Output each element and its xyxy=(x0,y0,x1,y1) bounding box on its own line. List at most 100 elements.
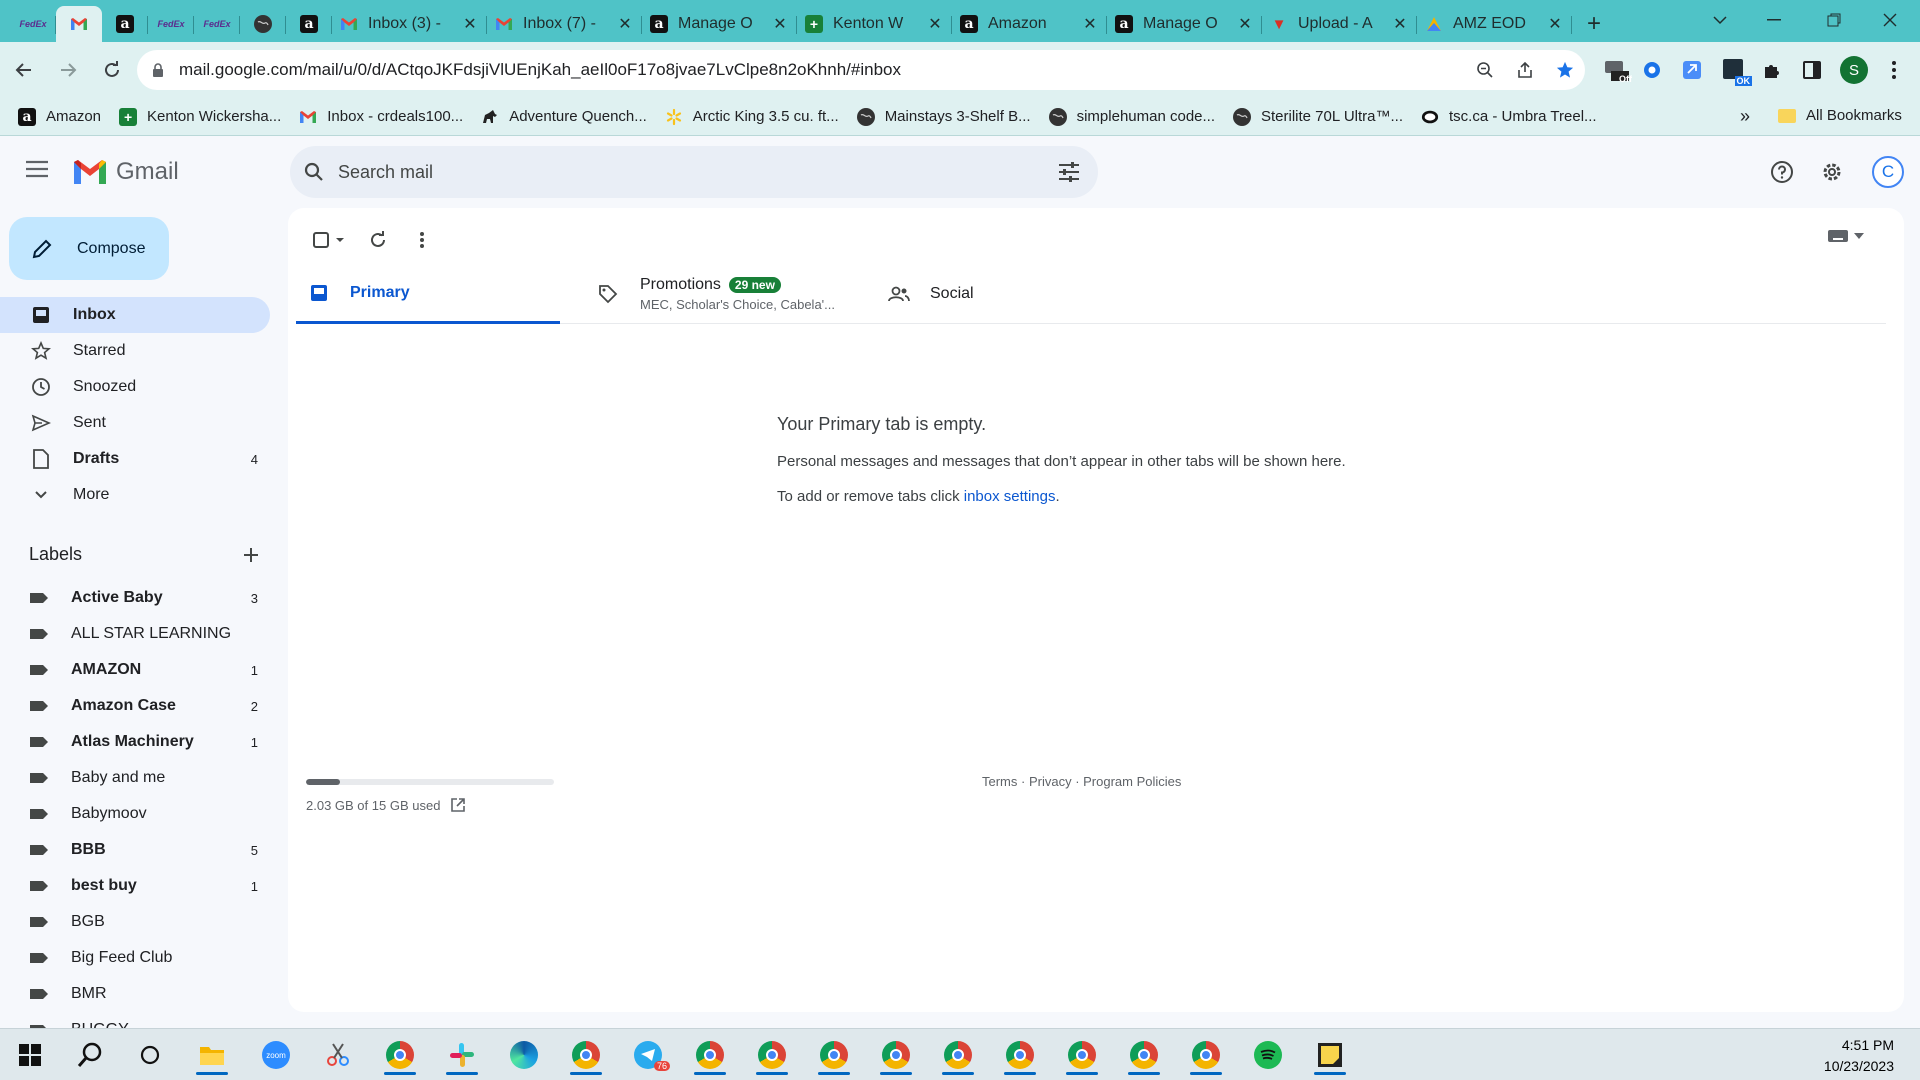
start-button[interactable] xyxy=(6,1035,54,1075)
compose-button[interactable]: Compose xyxy=(9,217,169,280)
bookmarks-overflow-button[interactable]: » xyxy=(1740,106,1750,127)
browser-tab[interactable]: a xyxy=(102,6,148,42)
back-button[interactable] xyxy=(4,50,44,90)
label-item[interactable]: Active Baby 3 xyxy=(0,580,270,616)
all-bookmarks-button[interactable]: All Bookmarks xyxy=(1778,107,1902,124)
chrome-profile-button[interactable] xyxy=(1058,1035,1106,1075)
bookmark-item[interactable]: Inbox - crdeals100... xyxy=(299,108,463,126)
chrome-profile-button[interactable] xyxy=(996,1035,1044,1075)
address-bar[interactable]: mail.google.com/mail/u/0/d/ACtqoJKFdsjiV… xyxy=(137,50,1585,90)
help-icon[interactable] xyxy=(1768,158,1796,186)
create-label-button[interactable] xyxy=(243,547,259,563)
bookmark-item[interactable]: Arctic King 3.5 cu. ft... xyxy=(665,108,839,126)
main-menu-button[interactable] xyxy=(26,160,54,184)
inbox-settings-link[interactable]: inbox settings xyxy=(964,488,1056,505)
sidebar-item-more[interactable]: More xyxy=(0,477,270,513)
sidebar-item-snoozed[interactable]: Snoozed xyxy=(0,369,270,405)
privacy-link[interactable]: Privacy xyxy=(1029,774,1072,789)
chrome-profile-button[interactable] xyxy=(872,1035,920,1075)
more-actions-button[interactable] xyxy=(400,222,444,258)
refresh-button[interactable] xyxy=(356,222,400,258)
extension-ok-icon[interactable]: OK xyxy=(1720,56,1752,86)
browser-tab[interactable] xyxy=(240,6,286,42)
terms-link[interactable]: Terms xyxy=(982,774,1017,789)
share-icon[interactable] xyxy=(1505,61,1545,79)
edge-button[interactable] xyxy=(500,1035,548,1075)
close-tab-icon[interactable]: ✕ xyxy=(1081,14,1099,34)
browser-profile-avatar[interactable]: S xyxy=(1840,56,1868,84)
browser-tab[interactable]: + Kenton W ✕ xyxy=(797,6,952,42)
browser-tab[interactable]: Inbox (7) - ✕ xyxy=(487,6,642,42)
close-tab-icon[interactable]: ✕ xyxy=(461,14,479,34)
chrome-profile-button[interactable] xyxy=(934,1035,982,1075)
browser-tab[interactable]: AMZ EOD ✕ xyxy=(1417,6,1572,42)
tab-social[interactable]: Social xyxy=(874,264,1074,324)
search-input[interactable] xyxy=(338,161,1058,183)
chrome-profile-button[interactable] xyxy=(1182,1035,1230,1075)
browser-tab[interactable]: FedEx xyxy=(10,6,56,42)
slack-button[interactable] xyxy=(438,1035,486,1075)
label-item[interactable]: best buy 1 xyxy=(0,868,270,904)
extension-link-icon[interactable] xyxy=(1678,56,1706,84)
bookmark-item[interactable]: Mainstays 3-Shelf B... xyxy=(856,107,1031,126)
chrome-profile-button[interactable] xyxy=(562,1035,610,1075)
bookmark-star-icon[interactable] xyxy=(1545,61,1585,79)
chrome-profile-button[interactable] xyxy=(810,1035,858,1075)
bookmark-item[interactable]: Adventure Quench... xyxy=(481,108,647,126)
browser-tab[interactable]: ▼ Upload - A ✕ xyxy=(1262,6,1417,42)
chrome-button[interactable] xyxy=(376,1035,424,1075)
search-bar[interactable] xyxy=(290,146,1098,198)
zoom-app-button[interactable]: zoom xyxy=(252,1035,300,1075)
forward-button[interactable] xyxy=(48,50,88,90)
close-tab-icon[interactable]: ✕ xyxy=(1236,14,1254,34)
label-item[interactable]: BMR xyxy=(0,976,270,1012)
browser-tab[interactable]: FedEx xyxy=(148,6,194,42)
minimize-button[interactable] xyxy=(1746,0,1802,40)
extension-off-icon[interactable]: Off xyxy=(1602,56,1632,84)
chrome-profile-button[interactable] xyxy=(748,1035,796,1075)
zoom-icon[interactable] xyxy=(1465,61,1505,79)
label-item[interactable]: Baby and me xyxy=(0,760,270,796)
close-window-button[interactable] xyxy=(1862,0,1918,40)
bookmark-item[interactable]: tsc.ca - Umbra Treel... xyxy=(1421,108,1597,126)
extension-gear-icon[interactable] xyxy=(1638,56,1666,84)
input-tools-button[interactable] xyxy=(1828,230,1864,242)
label-item[interactable]: Atlas Machinery 1 xyxy=(0,724,270,760)
external-link-icon[interactable] xyxy=(450,797,466,813)
bookmark-item[interactable]: a Amazon xyxy=(18,107,101,126)
account-avatar[interactable]: C xyxy=(1872,156,1904,188)
file-explorer-button[interactable] xyxy=(188,1035,236,1075)
label-item[interactable]: Big Feed Club xyxy=(0,940,270,976)
close-tab-icon[interactable]: ✕ xyxy=(1391,14,1409,34)
side-panel-icon[interactable] xyxy=(1798,56,1826,84)
tab-search-button[interactable] xyxy=(1692,0,1748,40)
browser-tab[interactable]: a Manage O ✕ xyxy=(642,6,797,42)
label-item[interactable]: BGB xyxy=(0,904,270,940)
label-item[interactable]: Amazon Case 2 xyxy=(0,688,270,724)
telegram-button[interactable]: 76 xyxy=(624,1035,672,1075)
chrome-profile-button[interactable] xyxy=(1120,1035,1168,1075)
new-tab-button[interactable]: + xyxy=(1572,6,1616,42)
task-view-button[interactable] xyxy=(126,1035,174,1075)
tab-primary[interactable]: Primary xyxy=(296,264,560,324)
spotify-button[interactable] xyxy=(1244,1035,1292,1075)
close-tab-icon[interactable]: ✕ xyxy=(616,14,634,34)
close-tab-icon[interactable]: ✕ xyxy=(771,14,789,34)
browser-tab[interactable] xyxy=(56,6,102,42)
label-item[interactable]: Babymoov xyxy=(0,796,270,832)
sidebar-item-drafts[interactable]: Drafts 4 xyxy=(0,441,270,477)
restore-button[interactable] xyxy=(1806,0,1862,40)
sticky-notes-button[interactable] xyxy=(1306,1035,1354,1075)
label-item[interactable]: BBB 5 xyxy=(0,832,270,868)
select-all-checkbox[interactable] xyxy=(306,222,352,258)
settings-gear-icon[interactable] xyxy=(1818,158,1846,186)
browser-tab[interactable]: Inbox (3) - ✕ xyxy=(332,6,487,42)
snipping-tool-button[interactable] xyxy=(314,1035,362,1075)
browser-tab[interactable]: a Manage O ✕ xyxy=(1107,6,1262,42)
sidebar-item-inbox[interactable]: Inbox xyxy=(0,297,270,333)
browser-tab[interactable]: a Amazon ✕ xyxy=(952,6,1107,42)
search-icon[interactable] xyxy=(304,162,324,182)
label-item[interactable]: ALL STAR LEARNING xyxy=(0,616,270,652)
tab-promotions[interactable]: Promotions 29 new MEC, Scholar's Choice,… xyxy=(584,264,835,324)
system-clock[interactable]: 4:51 PM 10/23/2023 xyxy=(1824,1035,1894,1077)
